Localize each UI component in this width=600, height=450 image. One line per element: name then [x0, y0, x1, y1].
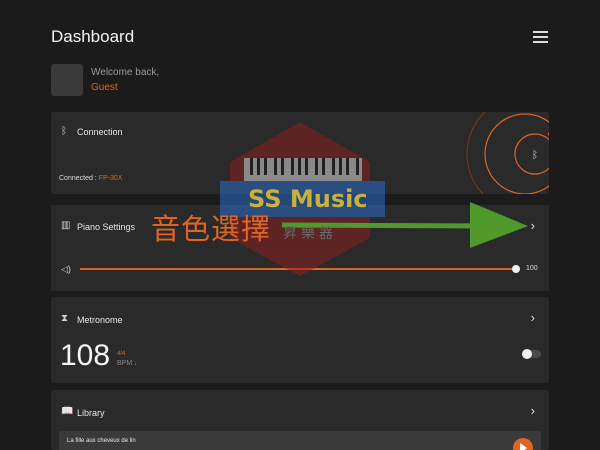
chevron-right-icon[interactable]: ›	[531, 218, 535, 233]
connection-rings-graphic: ᛒ	[466, 112, 549, 194]
watermark-subtitle: 昇樂器	[283, 226, 337, 242]
volume-value: 100	[526, 265, 538, 272]
piano-keys-icon: ▥	[61, 220, 71, 231]
metronome-card[interactable]: ⧗ Metronome › 108 4/4 BPM ♩	[51, 297, 549, 383]
metronome-toggle[interactable]	[522, 349, 541, 359]
chevron-right-icon[interactable]: ›	[531, 403, 535, 418]
tempo-value[interactable]: 108	[60, 339, 110, 373]
user-name[interactable]: Guest	[91, 82, 118, 93]
library-card[interactable]: 📖 Library › La fille aux cheveux de lin	[51, 390, 549, 450]
volume-icon: ◁)	[61, 264, 71, 274]
volume-slider[interactable]	[80, 268, 517, 270]
time-signature: 4/4	[117, 351, 126, 357]
hamburger-menu-icon[interactable]	[533, 31, 548, 43]
connection-title: Connection	[77, 127, 123, 137]
book-icon: 📖	[61, 406, 74, 417]
volume-slider-knob[interactable]	[512, 265, 520, 273]
toggle-knob	[522, 349, 532, 359]
library-list-item[interactable]: La fille aux cheveux de lin	[59, 431, 541, 450]
library-item-title: La fille aux cheveux de lin	[67, 438, 136, 444]
metronome-title: Metronome	[77, 315, 123, 325]
play-button[interactable]	[513, 438, 533, 450]
svg-text:ᛒ: ᛒ	[532, 150, 538, 161]
welcome-text: Welcome back,	[91, 67, 160, 78]
avatar[interactable]	[51, 64, 83, 96]
annotation-label: 音色選擇	[151, 212, 272, 246]
connection-card[interactable]: ᛒ Connection ᛒ Connected : FP-30X	[51, 112, 549, 194]
piano-settings-card[interactable]: ▥ Piano Settings › ◁) 100	[51, 205, 549, 291]
piano-settings-title: Piano Settings	[77, 222, 136, 232]
bpm-label: BPM ♩	[117, 360, 142, 367]
connection-status: Connected : FP-30X	[59, 175, 122, 182]
chevron-right-icon[interactable]: ›	[531, 310, 535, 325]
library-title: Library	[77, 408, 105, 418]
connected-model: FP-30X	[98, 175, 123, 182]
metronome-icon: ⧗	[61, 313, 69, 324]
bluetooth-icon: ᛒ	[61, 126, 67, 137]
connection-status-prefix: Connected :	[59, 175, 99, 182]
page-title: Dashboard	[51, 27, 135, 46]
